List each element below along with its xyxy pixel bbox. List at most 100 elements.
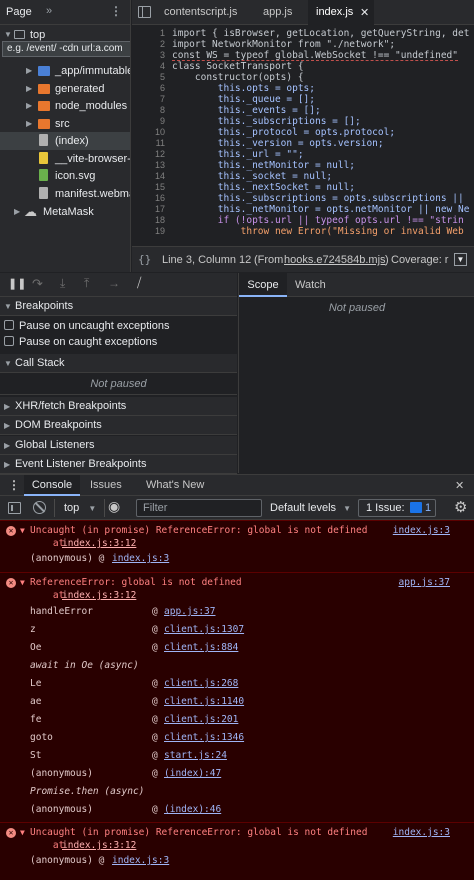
image-file-icon [39, 169, 48, 181]
pause-uncaught-checkbox[interactable]: Pause on uncaught exceptions [4, 318, 169, 334]
eye-icon[interactable]: ◉ [108, 498, 120, 515]
stack-frame-fn: ae [30, 696, 42, 707]
tab-whats-new[interactable]: What's New [146, 475, 204, 496]
expand-down-icon: ▼ [4, 302, 12, 311]
gear-icon[interactable]: ⚙ [454, 498, 467, 516]
stack-link[interactable]: index.js:3:12 [62, 537, 136, 551]
tab-app-js[interactable]: app.js [263, 0, 292, 25]
console-error-message: ✕ ▼ ReferenceError: global is not define… [0, 572, 474, 822]
tab-contentscript[interactable]: contentscript.js [164, 0, 237, 25]
stack-link[interactable]: start.js:24 [164, 749, 227, 763]
filter-input[interactable]: Filter [136, 499, 262, 517]
stack-frame-fn: handleError [30, 606, 93, 617]
pretty-print-icon[interactable]: {} [138, 247, 151, 272]
stack-link[interactable]: index.js:3:12 [62, 839, 136, 853]
section-dom-breakpoints[interactable]: ▶ DOM Breakpoints [0, 416, 237, 435]
scope-panel: Scope Watch Not paused [238, 273, 474, 473]
chevron-right-icon: ▶ [4, 441, 11, 450]
expand-down-icon[interactable]: ▼ [20, 576, 25, 590]
cloud-icon: ☁ [24, 204, 37, 219]
debugger-toolbar: ❚❚ ↷ ⤓ ⤒ → ⧸ [0, 273, 237, 297]
stack-link[interactable]: client.js:1140 [164, 695, 244, 709]
stack-link[interactable]: client.js:268 [164, 677, 238, 691]
section-event-listener-breakpoints[interactable]: ▶ Event Listener Breakpoints [0, 455, 237, 474]
code-line: import { isBrowser, getLocation, getQuer… [172, 28, 470, 39]
source-map-link[interactable]: hooks.e724584b.mjs [284, 247, 386, 272]
code-line: this._protocol = opts.protocol; [172, 127, 396, 138]
step-into-icon[interactable]: ⤓ [60, 276, 65, 291]
stack-link[interactable]: client.js:1307 [164, 623, 244, 637]
section-xhr-breakpoints[interactable]: ▶ XHR/fetch Breakpoints [0, 397, 237, 416]
expand-down-icon[interactable]: ▼ [20, 826, 25, 840]
stack-frame-fn: z [30, 624, 36, 635]
tab-page[interactable]: Page [6, 6, 32, 18]
stack-link[interactable]: (index):47 [164, 767, 221, 781]
tab-watch[interactable]: Watch [295, 273, 326, 297]
filter-tooltip: e.g. /event/ -cdn url:a.com [2, 41, 130, 57]
chevron-right-icon: ▶ [4, 460, 11, 469]
stack-link[interactable]: client.js:1346 [164, 731, 244, 745]
file-navigator: Page » ⋮ ▼ top e.g. /event/ -cdn url:a.c… [0, 0, 131, 272]
dropdown-arrow-icon: ▼ [88, 504, 97, 513]
stack-link[interactable]: client.js:201 [164, 713, 238, 727]
log-levels-dropdown[interactable]: Default levels ▼ [270, 496, 351, 521]
source-link[interactable]: index.js:3 [393, 524, 450, 538]
collapse-panel-icon[interactable]: ▼ [454, 253, 467, 266]
issue-flag-icon [410, 502, 422, 513]
code-line: if (!opts.url || typeof opts.url !== "st… [172, 215, 464, 226]
tree-item-index[interactable]: (index) [0, 132, 130, 150]
stack-link[interactable]: app.js:37 [164, 605, 215, 619]
pause-icon[interactable]: ❚❚ [8, 277, 26, 290]
async-marker: Promise.then (async) [30, 786, 145, 797]
kebab-menu-icon[interactable]: ⋮ [8, 478, 20, 492]
stack-link[interactable]: index.js:3 [112, 854, 169, 868]
issues-button[interactable]: 1 Issue: 1 [358, 499, 436, 517]
chevron-right-icon: ▶ [4, 402, 11, 411]
tab-console[interactable]: Console [24, 475, 80, 496]
frame-icon [14, 30, 25, 39]
code-line: this._url = ""; [172, 149, 304, 160]
console-output: ✕ ▼ Uncaught (in promise) ReferenceError… [0, 520, 474, 880]
code-line: this._netMonitor = opts.netMonitor || ne… [172, 204, 470, 215]
close-tab-icon[interactable]: ✕ [360, 6, 369, 19]
tab-index-js[interactable]: index.js ✕ [308, 0, 374, 25]
chevron-right-icon: ▶ [14, 207, 21, 216]
clear-console-icon[interactable] [33, 501, 46, 514]
code-line: class SocketTransport { [172, 61, 304, 72]
tab-issues[interactable]: Issues [90, 475, 122, 496]
section-global-listeners[interactable]: ▶ Global Listeners [0, 436, 237, 455]
expand-down-icon: ▼ [4, 359, 12, 368]
step-over-icon[interactable]: ↷ [32, 276, 43, 292]
step-out-icon[interactable]: ⤒ [84, 276, 89, 291]
section-call-stack[interactable]: ▼ Call Stack [0, 354, 237, 373]
deactivate-breakpoints-icon[interactable]: ⧸ [137, 275, 141, 291]
context-selector[interactable]: top ▼ [64, 496, 96, 521]
kebab-menu-icon[interactable]: ⋮ [110, 4, 122, 18]
more-tabs-icon[interactable]: » [46, 5, 52, 17]
expand-down-icon[interactable]: ▼ [20, 524, 25, 538]
code-line: this._events = []; [172, 105, 321, 116]
stack-link[interactable]: index.js:3:12 [62, 589, 136, 603]
section-breakpoints[interactable]: ▼ Breakpoints [0, 297, 237, 316]
chevron-right-icon: ▶ [26, 101, 33, 110]
console-toolbar: top ▼ ◉ Filter Default levels ▼ 1 Issue:… [0, 496, 474, 520]
toggle-navigator-icon[interactable] [138, 6, 151, 18]
sidebar-toggle-icon[interactable] [8, 502, 21, 514]
stack-link[interactable]: index.js:3 [112, 552, 169, 566]
close-drawer-icon[interactable]: ✕ [455, 479, 464, 492]
stack-link[interactable]: (index):46 [164, 803, 221, 817]
code-line: const WS = typeof global.WebSocket !== "… [172, 50, 458, 61]
error-text: ReferenceError: global is not defined [30, 577, 242, 588]
pause-caught-checkbox[interactable]: Pause on caught exceptions [4, 334, 157, 350]
source-link[interactable]: index.js:3 [393, 826, 450, 840]
checkbox[interactable] [4, 336, 14, 346]
source-link[interactable]: app.js:37 [399, 576, 450, 590]
tab-scope[interactable]: Scope [239, 273, 287, 297]
checkbox[interactable] [4, 320, 14, 330]
scope-status: Not paused [328, 302, 386, 314]
drawer-tabbar: ⋮ Console Issues What's New ✕ [0, 474, 474, 496]
stack-link[interactable]: client.js:884 [164, 641, 238, 655]
stack-frame-fn: (anonymous) [30, 804, 93, 815]
async-marker: await in Oe (async) [30, 660, 139, 671]
step-icon[interactable]: → [108, 276, 120, 290]
